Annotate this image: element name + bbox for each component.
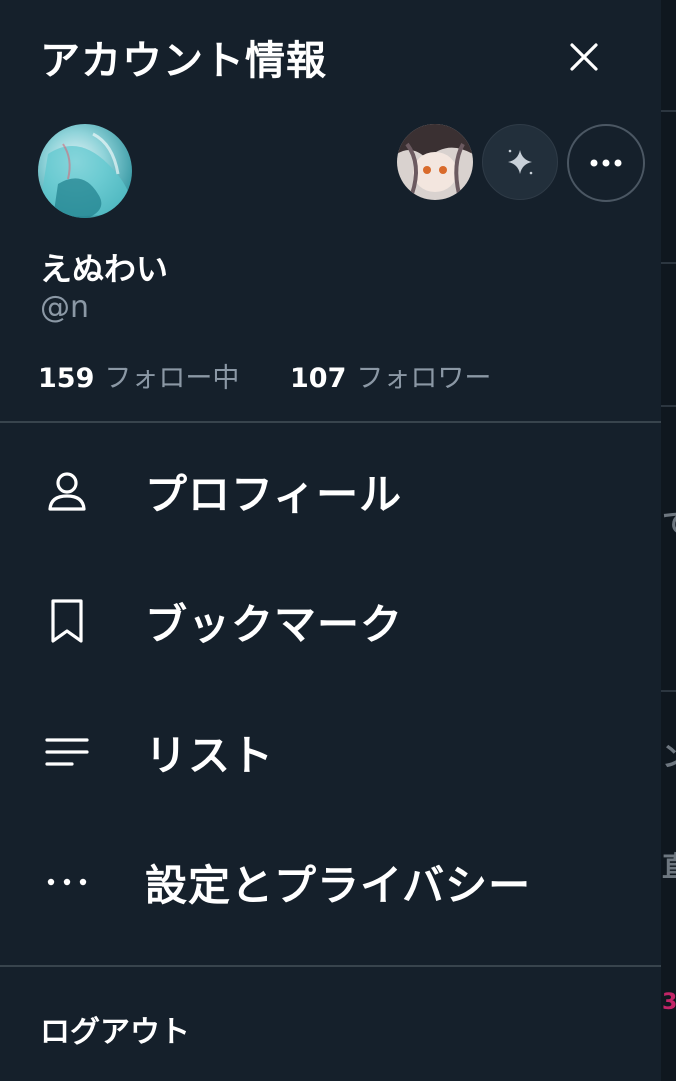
divider [0, 965, 661, 967]
switch-account-avatar[interactable] [397, 124, 473, 200]
avatar[interactable] [38, 124, 132, 218]
menu-item-label: プロフィール [145, 469, 403, 519]
background-glyph: て [662, 502, 676, 542]
background-divider [661, 262, 676, 264]
menu-item-profile[interactable]: プロフィール [0, 436, 661, 546]
menu-item-label: 設定とプライバシー [145, 860, 532, 910]
background-glyph: ン [662, 735, 676, 775]
menu-item-lists[interactable]: リスト [0, 697, 661, 807]
followers-count: 107 [290, 363, 347, 394]
menu-item-label: リスト [145, 730, 275, 780]
background-divider [661, 110, 676, 112]
menu-item-label: ブックマーク [145, 599, 404, 649]
bookmark-icon [40, 594, 94, 648]
background-divider [661, 405, 676, 407]
following-stat[interactable]: 159 フォロー中 [38, 356, 239, 395]
close-icon [570, 43, 598, 71]
followers-stat[interactable]: 107 フォロワー [290, 356, 491, 395]
followers-label: フォロワー [356, 363, 492, 394]
menu-item-settings[interactable]: 設定とプライバシー [0, 827, 661, 937]
person-icon [40, 464, 94, 518]
more-dots-icon [40, 855, 94, 909]
logout-button[interactable]: ログアウト [40, 1007, 190, 1051]
background-glyph: 3 [662, 990, 676, 1015]
more-dots-icon [590, 159, 622, 167]
more-options-button[interactable] [567, 124, 645, 202]
list-icon [40, 725, 94, 779]
divider [0, 421, 661, 423]
add-account-button[interactable] [482, 124, 558, 200]
user-handle: @n [40, 290, 90, 325]
account-avatar-image [397, 124, 473, 200]
background-divider [661, 690, 676, 692]
display-name[interactable]: えぬわい [40, 244, 168, 290]
account-drawer: アカウント情報 えぬわい @n 159 フォロー中 107 フォロワー プロフィ… [0, 0, 661, 1081]
following-count: 159 [38, 363, 95, 394]
sparkle-icon [508, 149, 533, 175]
menu-item-bookmarks[interactable]: ブックマーク [0, 566, 661, 676]
close-button[interactable] [560, 33, 608, 81]
avatar-image [38, 124, 132, 218]
following-label: フォロー中 [104, 363, 240, 394]
background-glyph: 直 [662, 845, 676, 885]
drawer-title: アカウント情報 [40, 38, 327, 84]
